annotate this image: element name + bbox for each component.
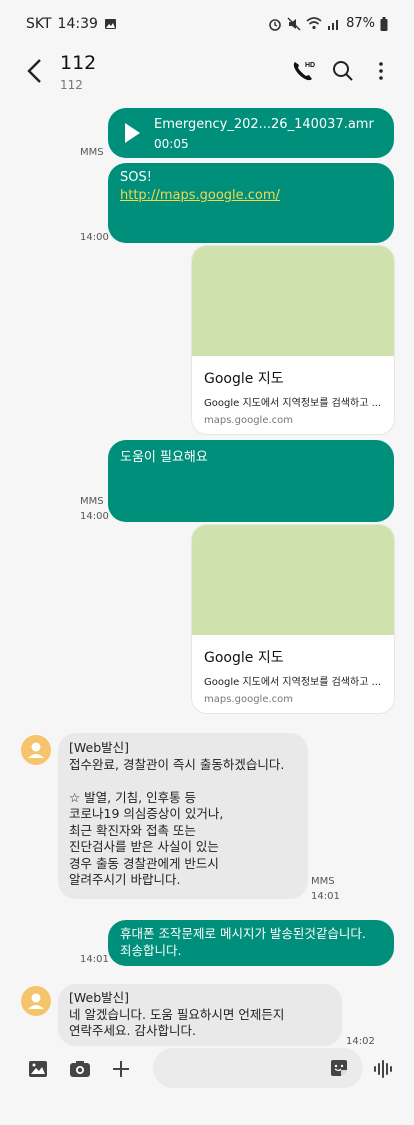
gallery-icon[interactable]	[28, 1060, 48, 1078]
message-time: 14:01	[80, 954, 109, 965]
link-preview-url: maps.google.com	[204, 415, 294, 426]
outgoing-message-text: 휴대폰 조작문제로 메시지가 발송된것같습니다. 죄송합니다.	[120, 926, 366, 958]
battery-icon	[380, 16, 388, 31]
link-preview-card[interactable]: Google 지도 Google 지도에서 지역정보를 검색하고 ... map…	[191, 524, 395, 714]
outgoing-message-bubble[interactable]: 휴대폰 조작문제로 메시지가 발송된것같습니다. 죄송합니다.	[108, 920, 394, 966]
battery-percent: 87%	[346, 16, 375, 31]
voice-icon[interactable]	[372, 1058, 394, 1080]
message-type-label: MMS	[80, 147, 104, 158]
message-time: 14:01	[311, 891, 340, 902]
message-type-label: MMS	[80, 496, 104, 507]
play-icon[interactable]	[122, 121, 142, 145]
person-icon	[28, 742, 44, 758]
avatar[interactable]	[21, 986, 51, 1016]
hd-call-icon[interactable]: HD	[290, 58, 316, 84]
map-preview-image	[192, 525, 394, 635]
status-bar: SKT 14:39 87%	[0, 0, 414, 44]
avatar[interactable]	[21, 735, 51, 765]
link-preview-title: Google 지도	[204, 650, 284, 666]
link-preview-title: Google 지도	[204, 371, 284, 387]
camera-icon[interactable]	[69, 1060, 91, 1078]
incoming-message-bubble[interactable]: [Web발신] 접수완료, 경찰관이 즉시 출동하겠습니다. ☆ 발열, 기침,…	[58, 733, 308, 899]
help-message-bubble[interactable]: 도움이 필요해요	[108, 440, 394, 522]
link-preview-description: Google 지도에서 지역정보를 검색하고 ...	[204, 398, 382, 409]
clock: 14:39	[57, 16, 98, 32]
sos-text: SOS!	[120, 170, 152, 185]
incoming-message-text: [Web발신] 접수완료, 경찰관이 즉시 출동하겠습니다. ☆ 발열, 기침,…	[69, 740, 285, 887]
person-icon	[28, 993, 44, 1009]
image-icon	[104, 19, 116, 29]
svg-text:HD: HD	[305, 62, 315, 69]
message-time: 14:00	[80, 511, 109, 522]
incoming-message-text: [Web발신] 네 알겠습니다. 도움 필요하시면 언제든지 연락주세요. 감사…	[69, 990, 285, 1038]
link-preview-description: Google 지도에서 지역정보를 검색하고 ...	[204, 677, 382, 688]
sticker-icon[interactable]	[329, 1058, 349, 1078]
link-preview-url: maps.google.com	[204, 694, 294, 705]
conversation-subtitle: 112	[60, 78, 83, 92]
compose-bar	[0, 1040, 414, 1125]
plus-icon[interactable]	[111, 1059, 131, 1079]
back-arrow-icon[interactable]	[22, 56, 48, 86]
audio-duration: 00:05	[154, 137, 189, 151]
message-time: 14:00	[80, 232, 109, 243]
search-icon[interactable]	[330, 58, 356, 84]
map-link[interactable]: http://maps.google.com/	[120, 188, 280, 203]
alarm-icon	[269, 18, 281, 31]
more-options-icon[interactable]	[368, 58, 394, 84]
conversation-header: 112 112 HD	[0, 44, 414, 104]
message-input[interactable]	[153, 1048, 363, 1088]
sos-message-bubble[interactable]: SOS! http://maps.google.com/	[108, 163, 394, 243]
mute-icon	[287, 17, 301, 30]
help-text: 도움이 필요해요	[120, 450, 208, 465]
map-preview-image	[192, 246, 394, 356]
conversation-title: 112	[60, 52, 97, 74]
incoming-message-bubble[interactable]: [Web발신] 네 알겠습니다. 도움 필요하시면 언제든지 연락주세요. 감사…	[58, 984, 342, 1046]
audio-filename: Emergency_202...26_140037.amr	[154, 117, 374, 132]
signal-icon	[328, 19, 339, 30]
carrier: SKT	[26, 16, 52, 32]
link-preview-card[interactable]: Google 지도 Google 지도에서 지역정보를 검색하고 ... map…	[191, 245, 395, 435]
message-type-label: MMS	[311, 876, 335, 887]
audio-message-bubble[interactable]: Emergency_202...26_140037.amr 00:05	[108, 108, 394, 158]
wifi-icon	[306, 17, 322, 30]
